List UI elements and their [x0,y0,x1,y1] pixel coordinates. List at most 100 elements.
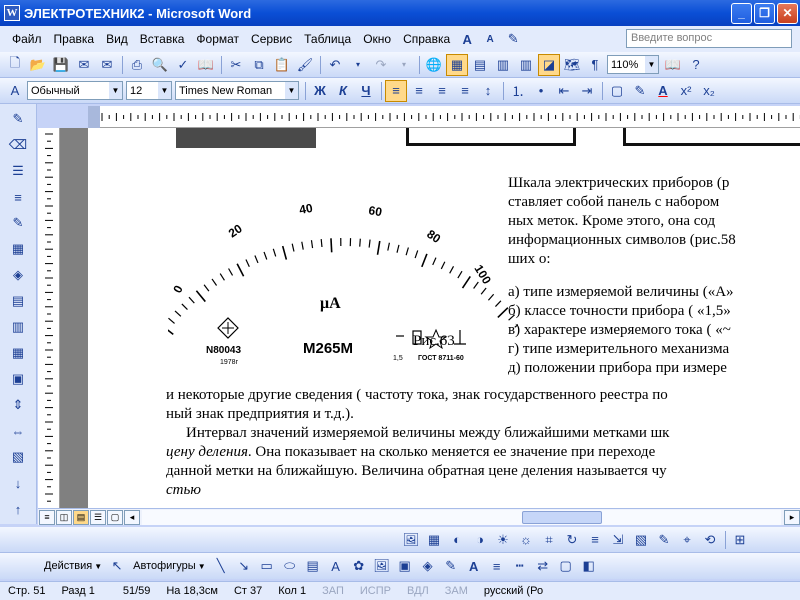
menu-help[interactable]: Справка [397,32,456,46]
document-map-icon[interactable]: 🗺 [561,54,583,76]
print-preview-icon[interactable]: 🔍 [149,54,171,76]
menu-tools[interactable]: Сервис [245,32,298,46]
shrink-font-icon[interactable]: A [479,28,501,50]
vertical-ruler[interactable] [38,128,60,508]
line-color-icon[interactable]: ✎ [440,555,462,577]
grid-icon[interactable]: ⊞ [729,529,751,551]
justify-icon[interactable]: ≡ [454,80,476,102]
align-center-icon[interactable]: ≡ [408,80,430,102]
line-style-icon[interactable]: ☰ [7,160,29,182]
undo-icon[interactable]: ↶ [324,54,346,76]
rotate-icon[interactable]: ↻ [561,529,583,551]
help-icon[interactable]: ? [685,54,707,76]
eraser-icon[interactable]: ⌫ [7,134,29,156]
font-select[interactable]: Times New Roman ▼ [175,81,299,100]
scroll-thumb[interactable] [522,510,602,524]
grow-font-icon[interactable]: A [456,28,478,50]
increase-indent-icon[interactable]: ⇥ [576,80,598,102]
highlight-icon[interactable]: ✎ [502,28,524,50]
underline-icon[interactable]: Ч [355,80,377,102]
outside-border-icon[interactable]: ▦ [7,238,29,260]
arrow-style-icon[interactable]: ⇄ [532,555,554,577]
distribute-cols-icon[interactable]: ⇔ [7,420,29,442]
chevron-down-icon[interactable]: ▼ [109,82,122,99]
pencil-icon[interactable]: ✎ [7,108,29,130]
insert-picture-icon[interactable]: 🖼 [400,529,422,551]
redo-icon[interactable]: ↷ [370,54,392,76]
insert-table-icon[interactable]: ▤ [469,54,491,76]
style-select[interactable]: Обычный ▼ [27,81,123,100]
horizontal-ruler[interactable] [88,106,800,128]
drawing-icon[interactable]: ◪ [538,53,560,76]
close-button[interactable]: ✕ [777,2,798,24]
line-style-icon[interactable]: ≡ [584,529,606,551]
reading-view-button[interactable]: ▢ [107,509,123,525]
print-layout-button[interactable]: ▤ [73,509,89,525]
font-size-select[interactable]: 12 ▼ [126,81,172,100]
hyperlink-icon[interactable]: 🌐 [423,54,445,76]
paste-icon[interactable]: 📋 [271,54,293,76]
picture-icon[interactable]: ▣ [394,555,416,577]
email-icon[interactable]: ✉ [96,54,118,76]
chevron-down-icon[interactable]: ▼ [645,56,658,73]
highlight-color-icon[interactable]: ✎ [629,80,651,102]
italic-icon[interactable]: К [332,80,354,102]
shading-icon[interactable]: ◈ [7,264,29,286]
distribute-rows-icon[interactable]: ⇕ [7,394,29,416]
styles-pane-icon[interactable]: A [4,80,26,102]
fill-color-icon[interactable]: ◈ [417,555,439,577]
research-icon[interactable]: 📖 [195,54,217,76]
copy-icon[interactable]: ⧉ [248,54,270,76]
horizontal-scrollbar[interactable]: ≡ ◫ ▤ ☰ ▢ ◂ ▸ [38,508,800,525]
new-document-icon[interactable]: 🗋 [4,54,26,76]
menu-table[interactable]: Таблица [298,32,357,46]
subscript-icon[interactable]: x₂ [698,80,720,102]
less-brightness-icon[interactable]: ☼ [515,529,537,551]
format-picture-icon[interactable]: ✎ [653,529,675,551]
crop-icon[interactable]: ⌗ [538,529,560,551]
reset-picture-icon[interactable]: ⟲ [699,529,721,551]
redo-dropdown-icon[interactable]: ▾ [393,54,415,76]
text-wrap-icon[interactable]: ▧ [630,529,652,551]
status-ovr[interactable]: ЗАМ [437,585,476,597]
status-ext[interactable]: ВДЛ [399,585,437,597]
sort-asc-icon[interactable]: ↓ [7,472,29,494]
rectangle-icon[interactable]: ▭ [256,555,278,577]
web-view-button[interactable]: ◫ [56,509,72,525]
ask-question-input[interactable]: Введите вопрос [626,29,792,48]
undo-dropdown-icon[interactable]: ▾ [347,54,369,76]
insert-table-icon[interactable]: ▤ [7,290,29,312]
cut-icon[interactable]: ✂ [225,54,247,76]
chevron-down-icon[interactable]: ▼ [285,82,298,99]
status-rec[interactable]: ЗАП [314,585,352,597]
3d-icon[interactable]: ◧ [578,555,600,577]
save-icon[interactable]: 💾 [50,54,72,76]
compress-icon[interactable]: ⇲ [607,529,629,551]
borders-icon[interactable]: ▢ [606,80,628,102]
line-style-icon[interactable]: ≡ [486,555,508,577]
word-app-icon[interactable]: W [4,5,20,21]
spelling-icon[interactable]: ✓ [172,54,194,76]
split-cells-icon[interactable]: ▦ [7,342,29,364]
bold-icon[interactable]: Ж [309,80,331,102]
color-icon[interactable]: ▦ [423,529,445,551]
border-color-icon[interactable]: ✎ [7,212,29,234]
merge-cells-icon[interactable]: ▥ [7,316,29,338]
document-page[interactable]: 0 20 40 60 80 100 μA N80043 1978г M265M … [88,128,800,508]
outline-view-button[interactable]: ☰ [90,509,106,525]
textbox-icon[interactable]: ▤ [302,555,324,577]
chevron-down-icon[interactable]: ▼ [158,82,171,99]
numbering-icon[interactable]: ⒈ [507,80,529,102]
maximize-button[interactable]: ❐ [754,2,775,24]
less-contrast-icon[interactable]: ◑ [469,529,491,551]
wordart-icon[interactable]: A [325,555,347,577]
normal-view-button[interactable]: ≡ [39,509,55,525]
minimize-button[interactable]: _ [731,2,752,24]
format-painter-icon[interactable]: 🖌 [294,54,316,76]
show-hide-icon[interactable]: ¶ [584,54,606,76]
line-spacing-icon[interactable]: ↕ [477,80,499,102]
permission-icon[interactable]: ✉ [73,54,95,76]
arrow-icon[interactable]: ↘ [233,555,255,577]
set-transparent-icon[interactable]: ⌖ [676,529,698,551]
font-color-icon[interactable]: A [652,80,674,102]
